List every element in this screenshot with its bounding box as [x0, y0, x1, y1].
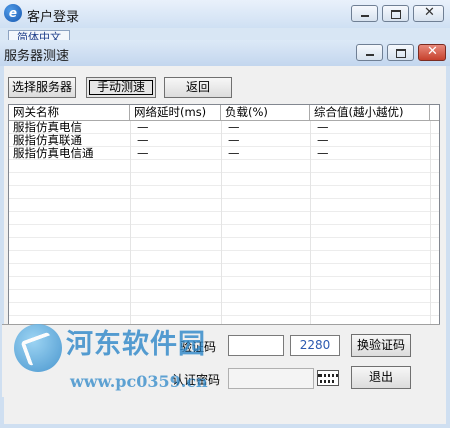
score-value: —	[317, 146, 329, 160]
table-row[interactable]: 服指仿真电信通 — — —	[9, 147, 439, 160]
close-icon: ✕	[424, 5, 435, 20]
watermark-logo-icon	[14, 324, 62, 372]
column-header-load[interactable]: 负载(%)	[221, 105, 310, 120]
minimize-icon	[361, 15, 369, 17]
select-server-button[interactable]: 选择服务器	[8, 77, 76, 98]
captcha-image: 2280	[290, 335, 340, 356]
app-logo-icon: e	[4, 4, 22, 22]
watermark: 河东软件园 www.pc0359.cn	[14, 318, 224, 418]
dialog-maximize-button[interactable]	[387, 44, 414, 61]
manual-speedtest-button[interactable]: 手动测速	[86, 77, 156, 98]
outer-maximize-button[interactable]	[382, 5, 409, 22]
server-table[interactable]: 网关名称 网络延时(ms) 负载(%) 综合值(越小越优) 服指仿真电信 — —…	[8, 104, 440, 332]
exit-button[interactable]: 退出	[351, 366, 411, 389]
watermark-text: 河东软件园	[66, 329, 206, 360]
table-body: 服指仿真电信 — — — 服指仿真联通 — — — 服指仿真电信通 — — —	[9, 121, 439, 331]
load-value: —	[228, 146, 240, 160]
outer-minimize-button[interactable]	[351, 5, 378, 22]
watermark-url: www.pc0359.cn	[70, 372, 208, 391]
dialog-titlebar: 服务器测速 ✕	[0, 40, 450, 66]
dialog-close-button[interactable]: ✕	[418, 44, 446, 61]
minimize-icon	[366, 54, 374, 56]
close-icon: ✕	[427, 44, 438, 59]
latency-value: —	[137, 146, 149, 160]
maximize-icon	[396, 49, 406, 58]
outer-titlebar: e 客户登录 ✕	[0, 0, 450, 28]
gateway-name: 服指仿真电信通	[13, 146, 94, 160]
back-button[interactable]: 返回	[164, 77, 232, 98]
table-header: 网关名称 网络延时(ms) 负载(%) 综合值(越小越优)	[9, 105, 439, 121]
dialog-title: 服务器测速	[4, 49, 70, 64]
outer-close-button[interactable]: ✕	[413, 5, 444, 22]
maximize-icon	[391, 10, 401, 19]
column-header-gateway[interactable]: 网关名称	[9, 105, 130, 120]
dialog-minimize-button[interactable]	[356, 44, 383, 61]
column-header-score[interactable]: 综合值(越小越优)	[310, 105, 430, 120]
captcha-input[interactable]	[228, 335, 284, 356]
refresh-captcha-button[interactable]: 换验证码	[351, 334, 411, 357]
virtual-keyboard-icon[interactable]	[317, 370, 339, 386]
outer-window-title: 客户登录	[27, 10, 80, 25]
column-header-latency[interactable]: 网络延时(ms)	[130, 105, 221, 120]
auth-password-field[interactable]	[228, 368, 314, 389]
